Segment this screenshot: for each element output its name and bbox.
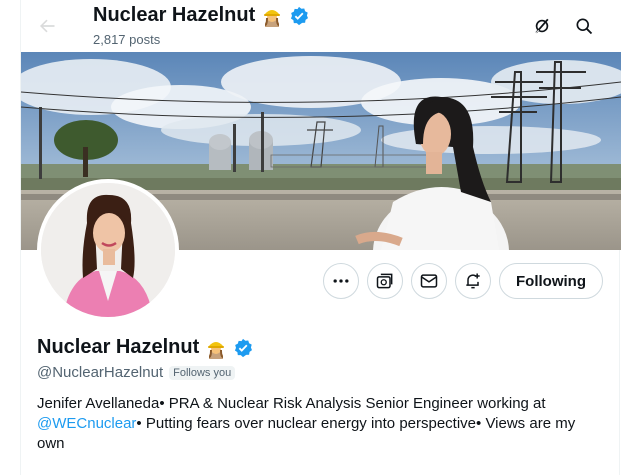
profile-page: Nuclear Hazelnut 2,817 posts Following N… bbox=[20, 0, 621, 475]
following-button[interactable]: Following bbox=[499, 263, 603, 299]
more-dots-icon bbox=[331, 271, 351, 291]
profile-display-name: Nuclear Hazelnut bbox=[37, 336, 200, 358]
profile-bio: Jenifer Avellaneda• PRA & Nuclear Risk A… bbox=[37, 394, 597, 454]
more-button[interactable] bbox=[323, 263, 359, 299]
profile-avatar[interactable] bbox=[37, 179, 179, 321]
header-display-name: Nuclear Hazelnut bbox=[93, 4, 256, 26]
profile-name-row: Nuclear Hazelnut bbox=[37, 336, 253, 359]
posts-count: 2,817 posts bbox=[93, 32, 161, 47]
subscribe-button[interactable] bbox=[367, 263, 403, 299]
bio-text-1: Jenifer Avellaneda• PRA & Nuclear Risk A… bbox=[37, 395, 546, 412]
search-icon[interactable] bbox=[567, 9, 601, 43]
bio-mention-link[interactable]: @WECnuclear bbox=[37, 415, 136, 432]
arrow-left-icon[interactable] bbox=[37, 16, 57, 36]
subscribe-icon bbox=[375, 271, 395, 291]
bell-plus-icon bbox=[463, 271, 483, 291]
message-button[interactable] bbox=[411, 263, 447, 299]
follows-you-badge: Follows you bbox=[169, 365, 236, 380]
profile-handle-row: @NuclearHazelnut Follows you bbox=[37, 364, 236, 381]
verified-badge-icon[interactable] bbox=[233, 338, 253, 358]
header-title: Nuclear Hazelnut bbox=[93, 4, 309, 27]
verified-badge-icon bbox=[289, 6, 309, 26]
grok-icon[interactable] bbox=[525, 9, 559, 43]
top-header: Nuclear Hazelnut 2,817 posts bbox=[21, 0, 621, 52]
woman-construction-worker-emoji bbox=[205, 337, 227, 359]
envelope-icon bbox=[419, 271, 439, 291]
woman-construction-worker-emoji bbox=[261, 5, 283, 27]
notify-button[interactable] bbox=[455, 263, 491, 299]
profile-handle: @NuclearHazelnut bbox=[37, 364, 164, 381]
